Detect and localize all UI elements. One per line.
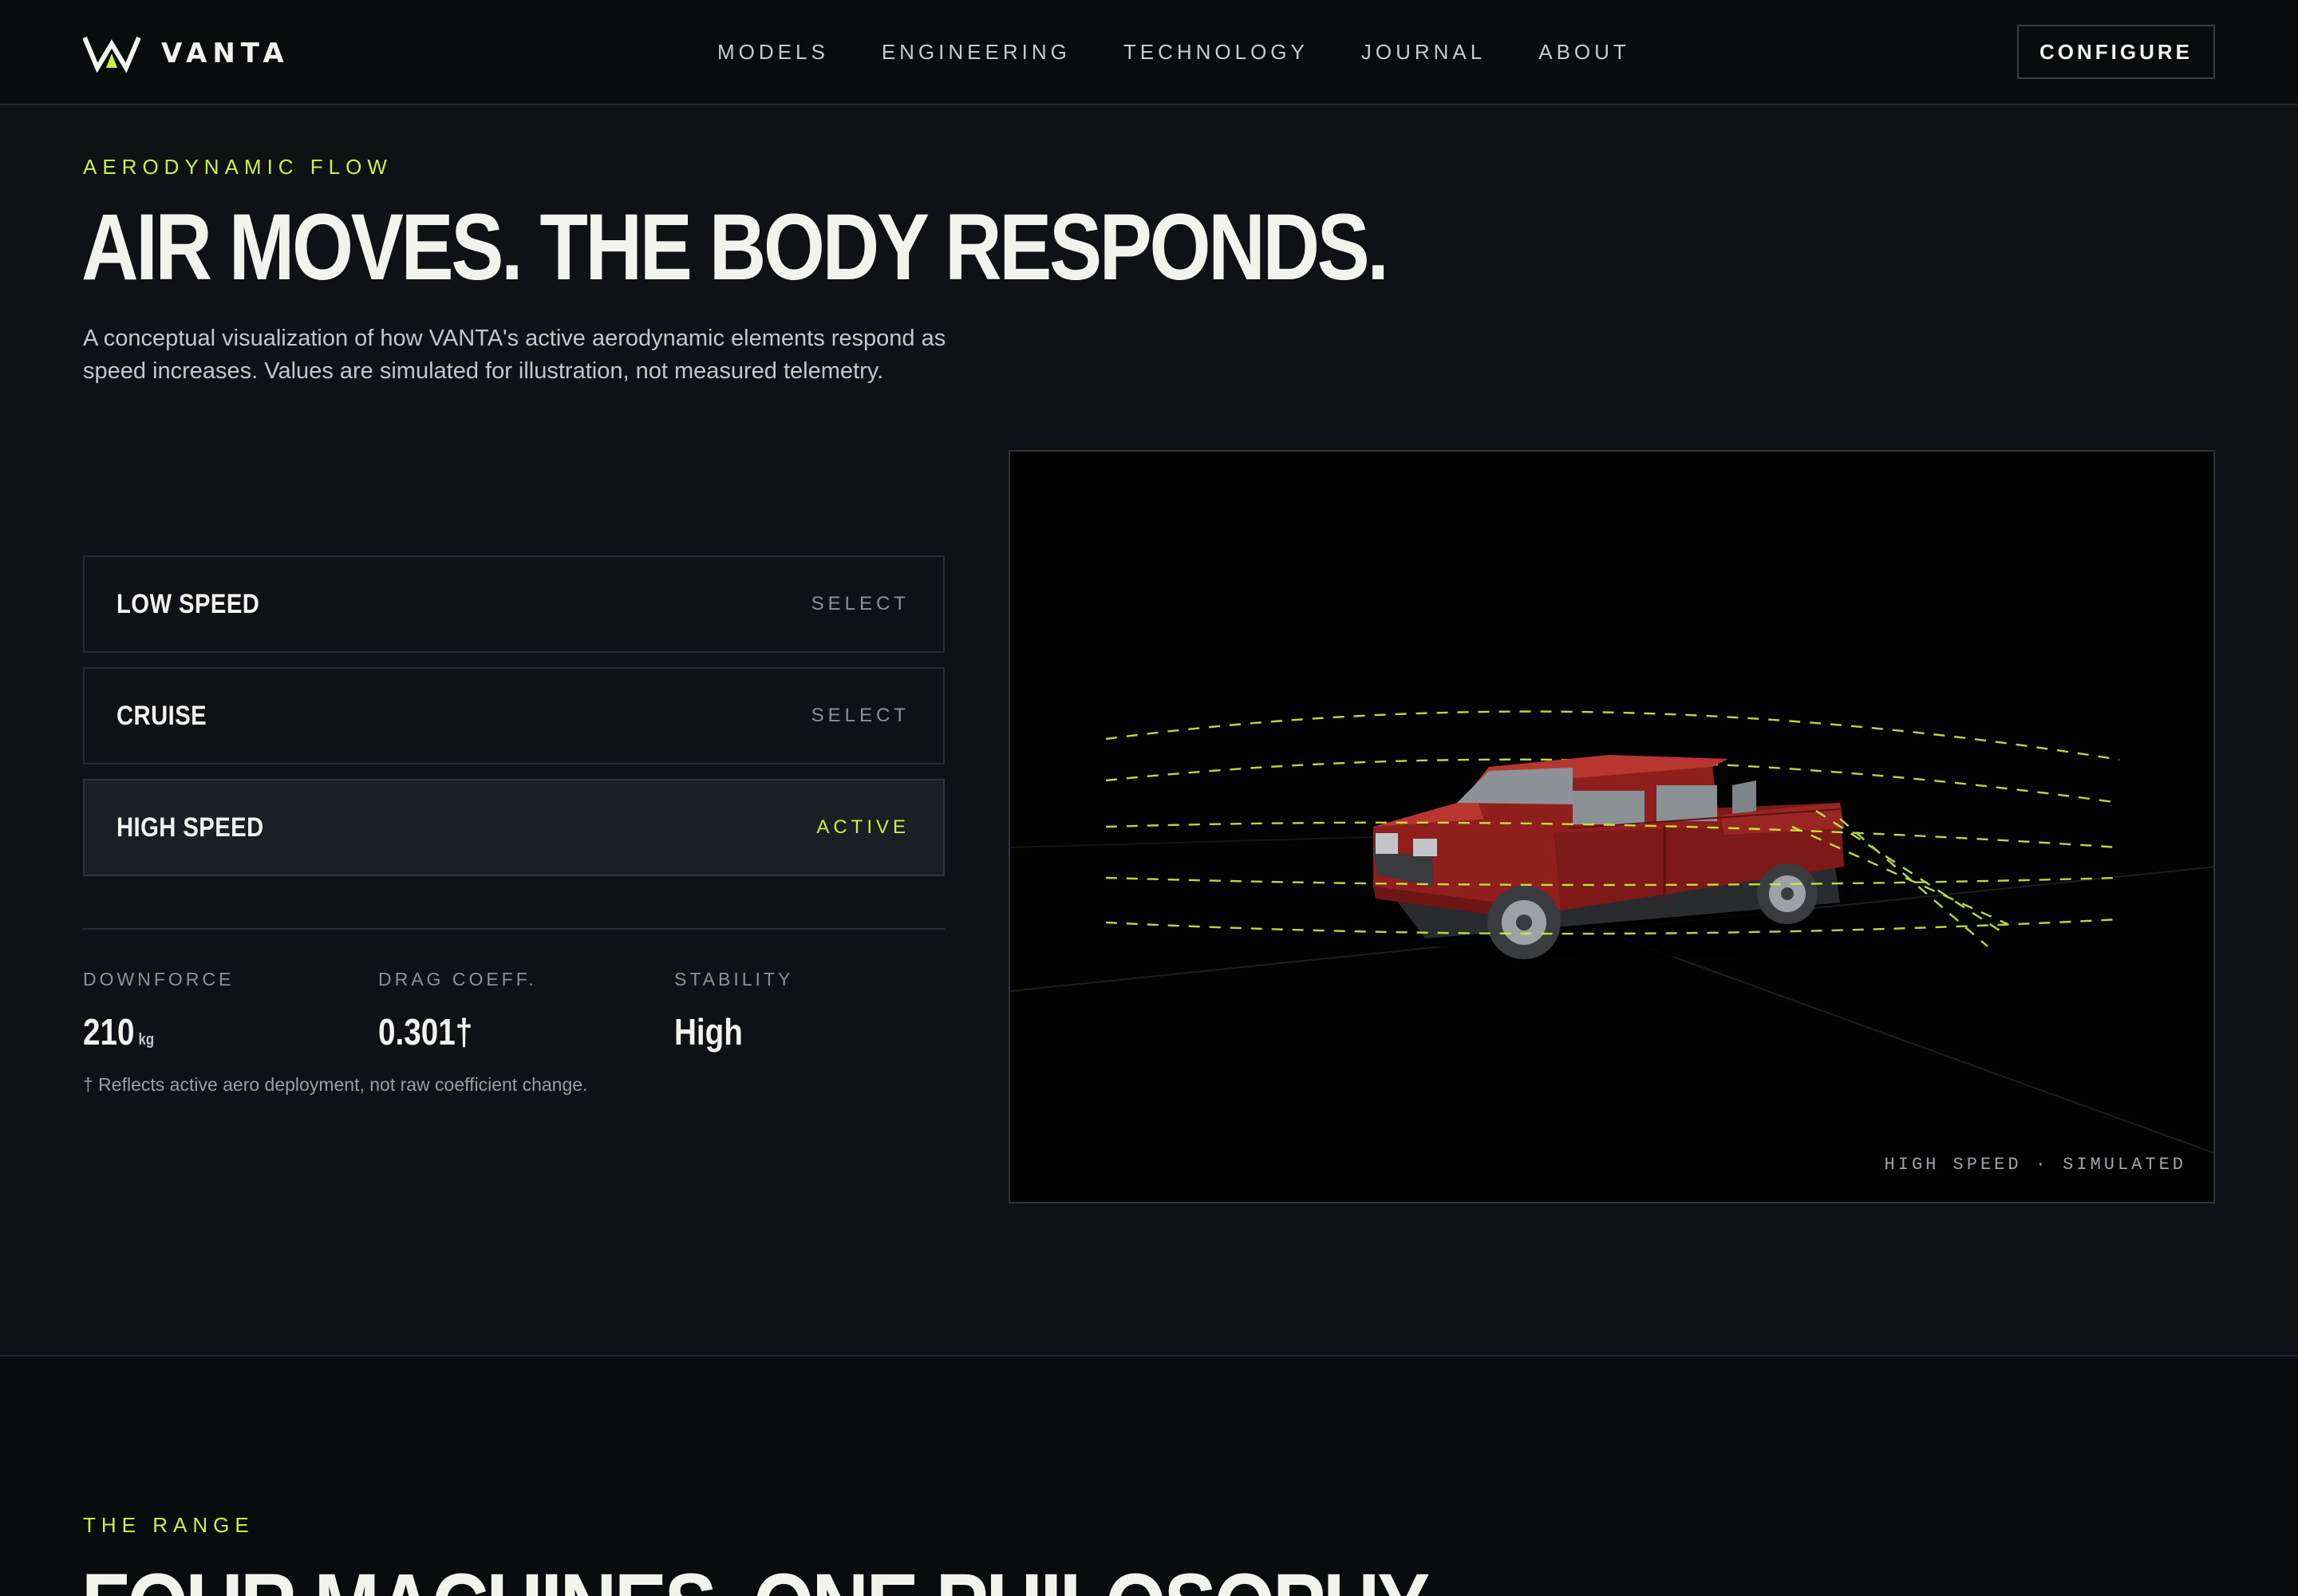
mode-high-speed[interactable]: HIGH SPEED ACTIVE [83, 779, 945, 876]
mode-select-label: SELECT [811, 705, 910, 726]
section-eyebrow: AERODYNAMIC FLOW [83, 155, 393, 179]
mode-active-badge: ACTIVE [816, 816, 910, 838]
stat-label: DRAG COEFF. [378, 969, 537, 990]
drag-coeff-value: 0.301† [378, 1011, 473, 1053]
vanta-logo-icon [83, 36, 140, 73]
stability-value: High [674, 1011, 743, 1053]
mode-label: HIGH SPEED [116, 812, 264, 843]
nav-link-about[interactable]: ABOUT [1538, 38, 1630, 65]
nav-link-technology[interactable]: TECHNOLOGY [1123, 38, 1309, 65]
top-nav: VANTA MODELS ENGINEERING TECHNOLOGY JOUR… [0, 0, 2298, 105]
mode-label: LOW SPEED [116, 588, 260, 619]
ground-line [1600, 930, 2213, 1154]
viewer-caption: HIGH SPEED · SIMULATED [1884, 1155, 2186, 1175]
section-title: AIR MOVES. THE BODY RESPONDS. [81, 195, 1389, 300]
range-title: FOUR MACHINES. ONE PHILOSOPHY. [81, 1556, 1440, 1596]
brand-name: VANTA [161, 38, 290, 69]
aero-flow-viewer[interactable]: HIGH SPEED · SIMULATED [1009, 450, 2215, 1203]
configure-button[interactable]: CONFIGURE [2017, 25, 2215, 79]
mode-label: CRUISE [116, 700, 207, 731]
stat-label: STABILITY [674, 969, 794, 990]
mode-low-speed[interactable]: LOW SPEED SELECT [83, 555, 945, 653]
aero-scene [1010, 710, 2213, 1154]
stats-footnote: † Reflects active aero deployment, not r… [83, 1074, 588, 1095]
flow-line [1815, 809, 2000, 932]
stat-stability: STABILITY High [674, 969, 793, 1053]
downforce-unit: kg [138, 1031, 155, 1049]
flow-line [1105, 710, 2120, 761]
stat-label: DOWNFORCE [83, 969, 235, 990]
nav-link-engineering[interactable]: ENGINEERING [882, 38, 1071, 65]
stat-drag-coeff: DRAG COEFF. 0.301† [378, 969, 537, 1053]
stat-downforce: DOWNFORCE 210 kg [83, 969, 234, 1061]
range-eyebrow: THE RANGE [83, 1513, 255, 1537]
stat-value: 210 kg [83, 1011, 210, 1061]
section-description: A conceptual visualization of how VANTA'… [83, 326, 946, 384]
brand-logo[interactable]: VANTA [83, 34, 290, 73]
downforce-value: 210 [83, 1011, 135, 1053]
mode-cruise[interactable]: CRUISE SELECT [83, 667, 945, 764]
main-nav: MODELS ENGINEERING TECHNOLOGY JOURNAL AB… [717, 38, 1683, 65]
stats-divider [83, 928, 945, 930]
nav-link-models[interactable]: MODELS [717, 38, 829, 65]
mode-select-label: SELECT [811, 593, 910, 614]
nav-link-journal[interactable]: JOURNAL [1361, 38, 1486, 65]
